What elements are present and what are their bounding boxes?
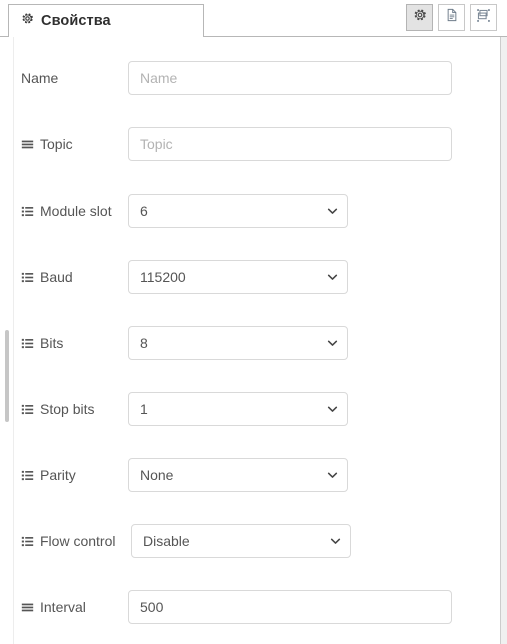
document-button[interactable]: [438, 4, 465, 31]
label-text-baud: Baud: [40, 269, 73, 285]
tab-properties-label: Свойства: [41, 13, 111, 29]
label-topic: Topic: [21, 137, 73, 151]
select-object-icon: [476, 8, 491, 28]
tab-properties[interactable]: Свойства: [8, 4, 204, 37]
label-text-topic: Topic: [40, 136, 73, 152]
scrollbar-thumb[interactable]: [5, 330, 9, 422]
label-flow-control: Flow control: [21, 534, 115, 548]
gear-icon: [21, 12, 34, 30]
properties-content-panel: Name Topic Module slot 12345678 Baud 96001920…: [0, 37, 501, 644]
label-text-parity: Parity: [40, 467, 76, 483]
document-icon: [445, 8, 459, 27]
form-row-parity: Parity NoneOddEvenMarkSpace: [0, 458, 500, 492]
toolbar-buttons: [406, 4, 497, 31]
tab-strip: Свойства: [0, 0, 507, 37]
parity-select[interactable]: NoneOddEvenMarkSpace: [128, 458, 348, 492]
label-stop-bits: Stop bits: [21, 402, 94, 416]
baud-select-wrapper: 9600192003840057600115200: [128, 260, 348, 294]
label-module-slot: Module slot: [21, 204, 112, 218]
topic-input[interactable]: [128, 127, 452, 161]
form-row-interval: Interval: [0, 590, 500, 624]
bits-select-wrapper: 5678: [128, 326, 348, 360]
list-ul-icon: [21, 271, 34, 284]
properties-panel-window: Свойства Name Name Topic Topic Module sl…: [0, 0, 507, 644]
label-name: Name: [21, 71, 58, 85]
name-input[interactable]: [128, 61, 452, 95]
align-justify-icon: [21, 601, 34, 614]
form-row-name: Name: [0, 61, 500, 95]
label-text-flow-control: Flow control: [40, 533, 116, 549]
module-slot-select[interactable]: 12345678: [128, 194, 348, 228]
flow-control-select[interactable]: DisableHardwareSoftware: [131, 524, 351, 558]
label-text-stop-bits: Stop bits: [40, 401, 95, 417]
label-text-bits: Bits: [40, 335, 64, 351]
properties-button[interactable]: [406, 4, 433, 31]
bits-select[interactable]: 5678: [128, 326, 348, 360]
label-text-interval: Interval: [40, 599, 86, 615]
module-slot-select-wrapper: 12345678: [128, 194, 348, 228]
stop-bits-select-wrapper: 11.52: [128, 392, 348, 426]
form-row-stop-bits: Stop bits 11.52: [0, 392, 500, 426]
form-row-topic: Topic: [0, 127, 500, 161]
form-row-bits: Bits 5678: [0, 326, 500, 360]
parity-select-wrapper: NoneOddEvenMarkSpace: [128, 458, 348, 492]
form-row-module-slot: Module slot 12345678: [0, 194, 500, 228]
form-row-flow-control: Flow control DisableHardwareSoftware: [0, 524, 500, 558]
label-bits: Bits: [21, 336, 63, 350]
form-row-baud: Baud 9600192003840057600115200: [0, 260, 500, 294]
panel-right-gutter: [501, 37, 507, 644]
label-interval: Interval: [21, 600, 86, 614]
list-ul-icon: [21, 535, 34, 548]
object-select-button[interactable]: [470, 4, 497, 31]
vertical-scrollbar[interactable]: [0, 37, 14, 644]
align-justify-icon: [21, 138, 34, 151]
label-text-name: Name: [21, 70, 59, 86]
interval-input[interactable]: [128, 590, 452, 624]
stop-bits-select[interactable]: 11.52: [128, 392, 348, 426]
label-parity: Parity: [21, 468, 76, 482]
flow-control-select-wrapper: DisableHardwareSoftware: [131, 524, 351, 558]
list-ul-icon: [21, 403, 34, 416]
list-ul-icon: [21, 337, 34, 350]
label-baud: Baud: [21, 270, 73, 284]
label-text-module-slot: Module slot: [40, 203, 112, 219]
gear-icon: [413, 8, 427, 27]
list-ul-icon: [21, 205, 34, 218]
list-ul-icon: [21, 469, 34, 482]
baud-select[interactable]: 9600192003840057600115200: [128, 260, 348, 294]
